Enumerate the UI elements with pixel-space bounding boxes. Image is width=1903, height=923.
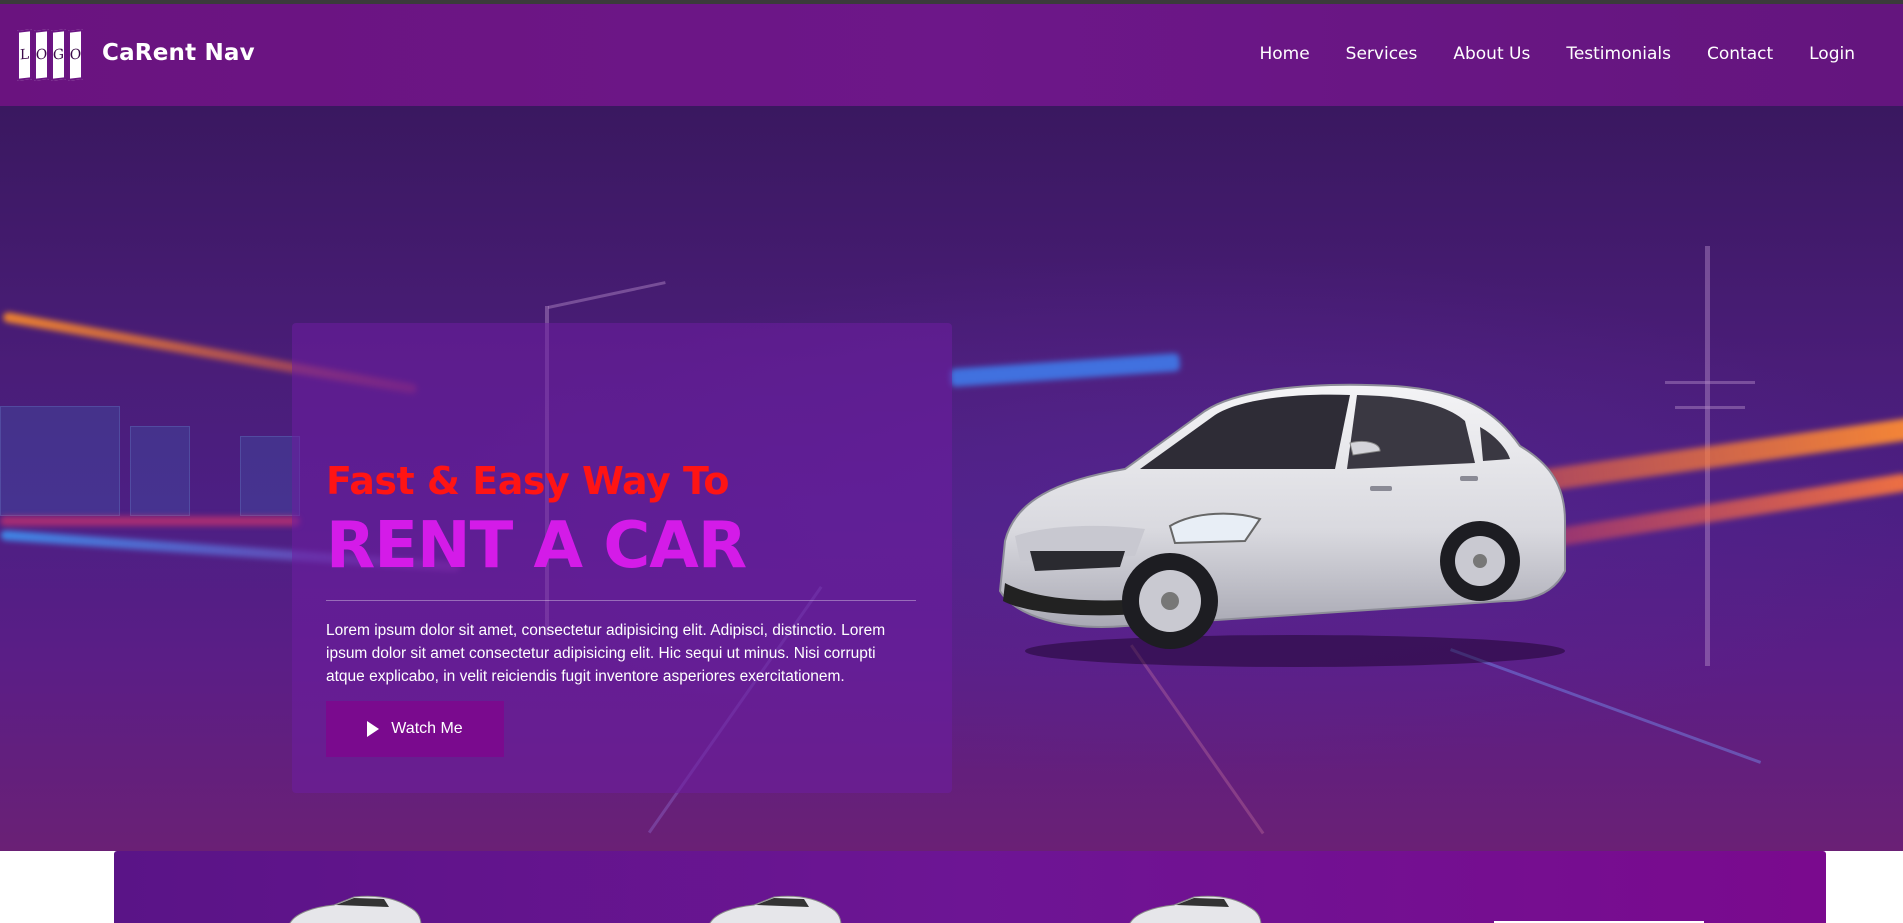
hero-headline: RENT A CAR (326, 509, 747, 583)
nav-menu: Home Services About Us Testimonials Cont… (1259, 44, 1855, 64)
logo-letter: O (34, 29, 49, 81)
hero-card: Fast & Easy Way To RENT A CAR Lorem ipsu… (292, 323, 952, 793)
logo-letter: L (17, 29, 32, 81)
nav-link-testimonials[interactable]: Testimonials (1566, 44, 1671, 64)
logo[interactable]: L O G O (17, 28, 85, 82)
play-icon (367, 721, 380, 737)
watch-me-button[interactable]: Watch Me (326, 701, 504, 757)
hero-description: Lorem ipsum dolor sit amet, consectetur … (326, 622, 886, 685)
logo-letter: G (51, 29, 66, 81)
logo-letter: O (68, 29, 83, 81)
hero-section: Fast & Easy Way To RENT A CAR Lorem ipsu… (0, 106, 1903, 851)
hero-tagline: Fast & Easy Way To (326, 459, 730, 503)
hero-divider (326, 600, 916, 601)
car-thumbnail (709, 895, 842, 923)
features-panel (114, 851, 1826, 923)
brand-name[interactable]: CaRent Nav (102, 40, 255, 66)
car-image (998, 383, 1566, 667)
car-thumbnail (289, 895, 422, 923)
nav-link-home[interactable]: Home (1259, 44, 1309, 64)
nav-link-login[interactable]: Login (1809, 44, 1855, 64)
watch-me-label: Watch Me (391, 720, 463, 737)
nav-link-services[interactable]: Services (1346, 44, 1418, 64)
car-thumbnail (1129, 895, 1262, 923)
navbar: L O G O CaRent Nav Home Services About U… (0, 4, 1903, 106)
nav-link-about-us[interactable]: About Us (1453, 44, 1530, 64)
nav-link-contact[interactable]: Contact (1707, 44, 1773, 64)
